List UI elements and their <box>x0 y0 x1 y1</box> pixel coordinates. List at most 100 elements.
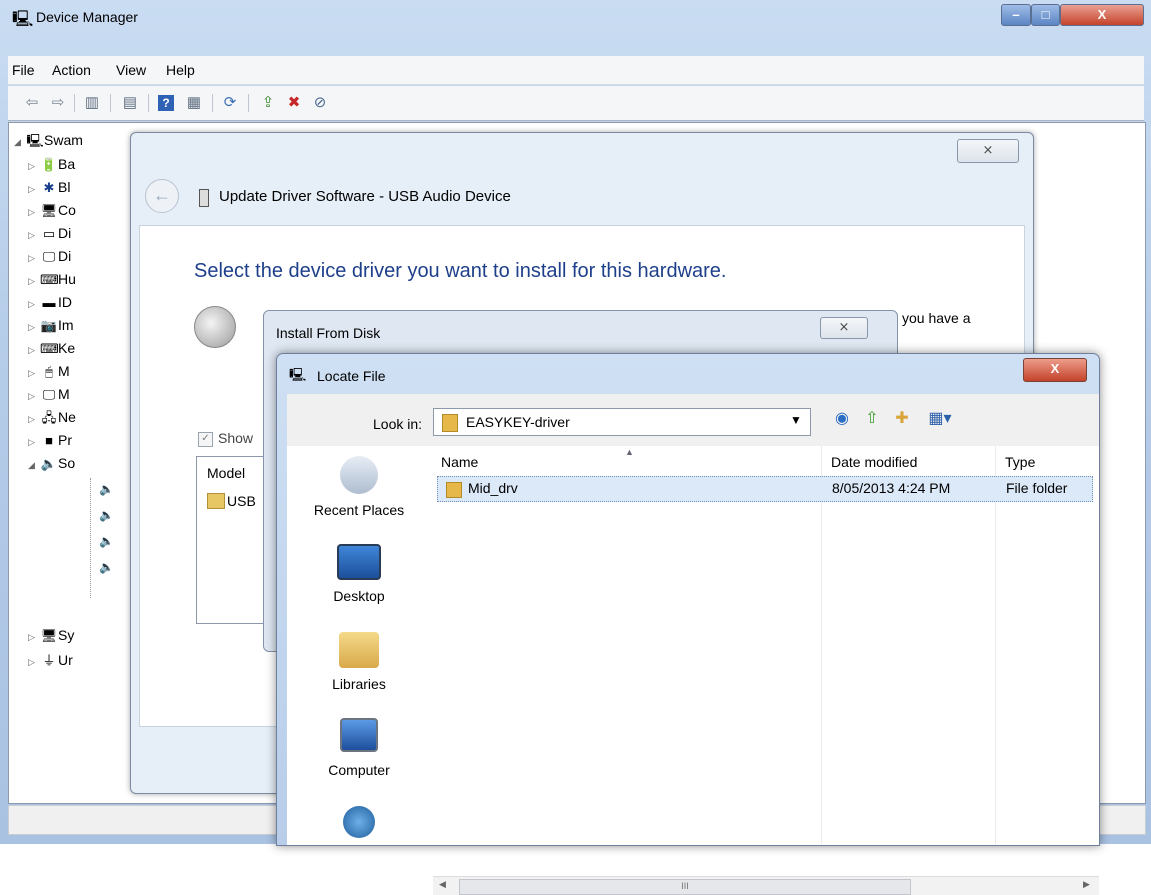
scroll-right-arrow-icon[interactable]: ▶ <box>1083 879 1090 890</box>
keyboard-icon: ⌨ <box>40 341 59 356</box>
place-label: Desktop <box>333 588 385 604</box>
show-hide-console-tree-icon[interactable]: ▥ <box>82 93 102 113</box>
place-computer[interactable]: Computer <box>287 718 431 778</box>
tree-item[interactable]: ▷ 📷Im <box>28 317 74 339</box>
scan-hardware-icon[interactable]: ⟳ <box>220 93 240 113</box>
tree-item[interactable]: ▷ 🖱 M <box>28 363 70 385</box>
tree-root[interactable]: ◢ 🖳Swam <box>14 132 83 154</box>
dialog-icon: 🖳 <box>289 367 307 382</box>
new-folder-icon[interactable]: ✚ <box>891 408 913 430</box>
menu-action[interactable]: Action <box>52 62 91 78</box>
batteries-icon: 🔋 <box>40 157 58 172</box>
expand-arrow-icon[interactable]: ▷ <box>28 632 40 643</box>
expand-arrow-icon[interactable]: ▷ <box>28 276 40 287</box>
network-adapter-icon: 🖧 <box>41 410 57 425</box>
expand-arrow-icon[interactable]: ▷ <box>28 437 40 448</box>
show-compatible-checkbox[interactable]: ✓ <box>198 432 213 447</box>
show-compatible-label: Show <box>218 430 254 446</box>
file-date-modified: 8/05/2013 4:24 PM <box>832 480 951 496</box>
recent-places-icon <box>340 456 378 494</box>
look-in-dropdown[interactable]: EASYKEY-driver ▼ <box>433 408 811 436</box>
place-libraries[interactable]: Libraries <box>287 632 431 692</box>
tree-item[interactable]: ▷ ⏚ Ur <box>28 650 73 672</box>
close-button[interactable]: X <box>1023 358 1087 382</box>
tree-item[interactable]: ▷ 🖥Co <box>28 202 76 224</box>
view-menu-icon[interactable]: ▦▾ <box>923 408 957 430</box>
scroll-left-arrow-icon[interactable]: ◀ <box>439 879 446 890</box>
place-desktop[interactable]: Desktop <box>287 544 431 604</box>
menu-help[interactable]: Help <box>166 62 195 78</box>
tree-item[interactable]: ▷ ▭ Di <box>28 225 71 247</box>
imaging-device-icon: 📷 <box>40 318 58 333</box>
expand-arrow-icon[interactable]: ▷ <box>28 345 40 356</box>
close-button[interactable]: X <box>1060 4 1144 26</box>
collapse-arrow-icon[interactable]: ◢ <box>28 460 40 471</box>
action-pane-icon[interactable]: ▦ <box>184 93 204 113</box>
horizontal-scrollbar[interactable]: ◀ III ▶ <box>433 876 1099 895</box>
expand-arrow-icon[interactable]: ▷ <box>28 207 40 218</box>
place-network[interactable] <box>287 806 431 838</box>
expand-arrow-icon[interactable]: ▷ <box>28 657 40 668</box>
speaker-icon: 🔈 <box>99 482 114 496</box>
expand-arrow-icon[interactable]: ▷ <box>28 299 40 310</box>
expand-arrow-icon[interactable]: ▷ <box>28 368 40 379</box>
column-header-name[interactable]: Name <box>441 454 478 470</box>
expand-arrow-icon[interactable]: ▷ <box>28 161 40 172</box>
close-button[interactable]: ⨯ <box>957 139 1019 163</box>
menu-view[interactable]: View <box>116 62 146 78</box>
maximize-button[interactable]: □ <box>1031 4 1060 26</box>
properties-icon[interactable]: ▤ <box>120 93 140 113</box>
desktop-icon <box>337 544 381 580</box>
expand-arrow-icon[interactable]: ▷ <box>28 414 40 425</box>
tree-item[interactable]: ▷ 🖥Sy <box>28 627 74 649</box>
expand-arrow-icon[interactable]: ▷ <box>28 391 40 402</box>
tree-item-label: M <box>58 386 70 402</box>
tree-item[interactable]: ▷ ✱ Bl <box>28 179 70 201</box>
forward-arrow-icon[interactable]: ⇨ <box>48 93 68 113</box>
page-heading: Select the device driver you want to ins… <box>194 260 727 282</box>
scrollbar-thumb[interactable]: III <box>459 879 911 895</box>
place-recent-places[interactable]: Recent Places <box>287 456 431 518</box>
back-arrow-icon[interactable]: ← <box>145 179 179 213</box>
close-button[interactable]: ⨯ <box>820 317 868 339</box>
column-header-type[interactable]: Type <box>1005 454 1035 470</box>
tree-item[interactable]: ▷ ⌨Hu <box>28 271 76 293</box>
help-icon[interactable]: ? <box>158 95 174 111</box>
expand-arrow-icon[interactable]: ▷ <box>28 322 40 333</box>
tree-item-label: M <box>58 363 70 379</box>
model-column-header[interactable]: Model <box>207 465 245 481</box>
expand-arrow-icon[interactable]: ▷ <box>28 253 40 264</box>
column-separator <box>995 446 996 844</box>
look-in-label: Look in: <box>373 416 423 432</box>
file-row[interactable]: Mid_drv 8/05/2013 4:24 PM File folder <box>437 476 1093 502</box>
tree-item[interactable]: ▷ 🖧 Ne <box>28 409 76 431</box>
back-arrow-icon[interactable]: ⇦ <box>22 93 42 113</box>
dialog-title: Update Driver Software - USB Audio Devic… <box>219 188 511 205</box>
uninstall-device-icon[interactable]: ✖ <box>284 93 304 113</box>
speaker-icon: 🔈 <box>99 560 114 574</box>
up-one-level-icon[interactable]: ⇧ <box>861 408 883 430</box>
minimize-button[interactable]: – <box>1001 4 1031 26</box>
file-list[interactable]: Name ▲ Date modified Type Mid_drv 8/05/2… <box>431 446 1099 895</box>
bluetooth-icon: ✱ <box>43 180 55 195</box>
tree-item[interactable]: ▷ 🔋Ba <box>28 156 75 178</box>
tree-item[interactable]: ▷ 🖵 M <box>28 386 70 408</box>
expand-arrow-icon[interactable]: ▷ <box>28 230 40 241</box>
column-header-date-modified[interactable]: Date modified <box>831 454 917 470</box>
tree-item[interactable]: ▷ ▬ ID <box>28 294 72 316</box>
menu-file[interactable]: File <box>12 62 35 78</box>
tree-item[interactable]: ◢ 🔈So <box>28 455 75 477</box>
update-driver-icon[interactable]: ⇪ <box>258 93 278 113</box>
tree-item-label: Di <box>58 225 72 241</box>
tree-item[interactable]: ▷ 🖵 Di <box>28 248 71 270</box>
column-separator <box>821 446 822 844</box>
disable-device-icon[interactable]: ⊘ <box>310 93 330 113</box>
expand-arrow-icon[interactable]: ▷ <box>28 184 40 195</box>
model-list-item[interactable]: USB <box>227 493 256 509</box>
collapse-arrow-icon[interactable]: ◢ <box>14 137 26 148</box>
tree-item[interactable]: ▷ ■ Pr <box>28 432 72 454</box>
computer-icon: 🖳 <box>26 133 44 148</box>
back-icon[interactable]: ◉ <box>831 408 853 430</box>
tree-item[interactable]: ▷ ⌨Ke <box>28 340 75 362</box>
chevron-down-icon[interactable]: ▼ <box>790 413 802 427</box>
